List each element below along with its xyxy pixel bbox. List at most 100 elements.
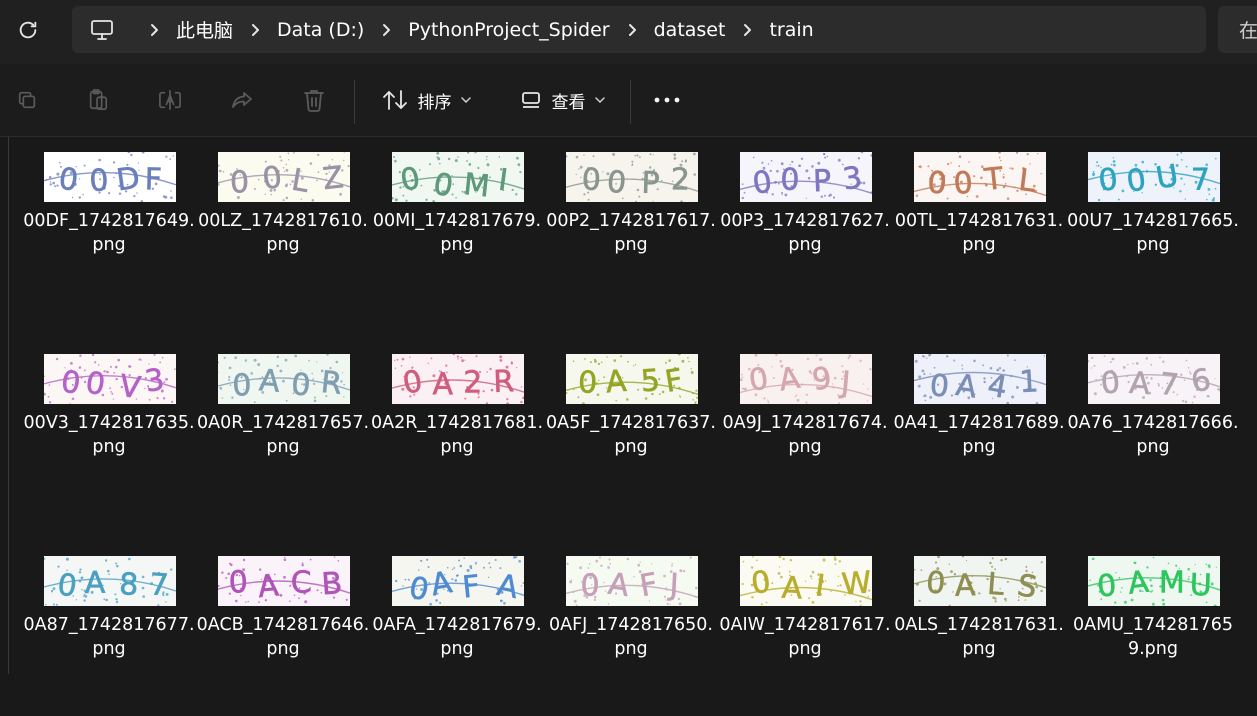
file-thumbnail: 0A76	[1088, 354, 1220, 404]
file-name: 0A0R_1742817657.png	[196, 413, 370, 457]
file-item[interactable]: 0 0 L Z 00LZ_1742817610.png	[196, 137, 370, 312]
file-thumbnail: 0AMU	[1088, 556, 1220, 606]
svg-text:M: M	[1159, 565, 1185, 600]
file-item[interactable]: 0 A 0 R 0A0R_1742817657.png	[196, 339, 370, 514]
search-input[interactable]: 在 train 中搜索	[1218, 6, 1257, 53]
svg-text:W: W	[840, 565, 872, 602]
captcha-image: 0A5F	[566, 354, 698, 404]
chevron-right-icon[interactable]	[243, 23, 267, 37]
file-item[interactable]: 0 0 V 3 00V3_1742817635.png	[22, 339, 196, 514]
chevron-down-icon	[594, 97, 605, 103]
file-item[interactable]: 0 A 2 R 0A2R_1742817681.png	[370, 339, 544, 514]
captcha-image: 0AIW	[740, 556, 872, 606]
svg-text:0: 0	[232, 368, 252, 403]
captcha-image: 0A9J	[740, 354, 872, 404]
file-name: 00U7_1742817665.png	[1067, 211, 1239, 255]
file-item[interactable]: 0 A L S 0ALS_1742817631.png	[892, 541, 1066, 716]
file-item[interactable]: 0 A 8 7 0A87_1742817677.png	[22, 541, 196, 716]
captcha-image: 00MI	[392, 152, 524, 202]
svg-text:Z: Z	[321, 160, 345, 197]
svg-text:R: R	[493, 364, 515, 400]
breadcrumb-item-project[interactable]: PythonProject_Spider	[408, 6, 609, 53]
chevron-right-icon[interactable]	[735, 23, 759, 37]
file-name: 00LZ_1742817610.png	[198, 211, 368, 255]
svg-text:U: U	[1189, 568, 1212, 604]
file-name: 00DF_1742817649.png	[23, 211, 195, 255]
file-thumbnail: 0A41	[914, 354, 1046, 404]
file-item[interactable]: 0 A 7 6 0A76_1742817666.png	[1066, 339, 1240, 514]
view-icon	[521, 92, 540, 108]
file-item[interactable]: 0 A I W 0AIW_1742817617.png	[718, 541, 892, 716]
svg-text:A: A	[258, 363, 282, 400]
captcha-image: 00LZ	[218, 152, 350, 202]
file-name: 00P2_1742817617.png	[546, 211, 716, 255]
svg-text:0: 0	[925, 565, 947, 601]
file-thumbnail: 0A0R	[218, 354, 350, 404]
computer-icon[interactable]	[72, 19, 132, 41]
file-item[interactable]: 0 A 4 1 0A41_1742817689.png	[892, 339, 1066, 514]
file-item[interactable]: 0 A F A 0AFA_1742817679.png	[370, 541, 544, 716]
toolbar-separator	[354, 80, 355, 124]
file-item[interactable]: 0 A C B 0ACB_1742817646.png	[196, 541, 370, 716]
file-grid: 0 0 D F 00DF_1742817649.png 0 0 L Z 00LZ_17428176…	[0, 137, 1257, 674]
sort-icon	[382, 90, 407, 110]
svg-text:8: 8	[119, 567, 139, 603]
captcha-image: 0A0R	[218, 354, 350, 404]
breadcrumb[interactable]: 此电脑 Data (D:) PythonProject_Spider datas…	[72, 6, 1206, 53]
chevron-right-icon[interactable]	[142, 23, 166, 37]
file-item[interactable]: 0 A 5 F 0A5F_1742817637.png	[544, 339, 718, 514]
file-thumbnail: 0A9J	[740, 354, 872, 404]
file-item[interactable]: 0 0 U 7 00U7_1742817665.png	[1066, 137, 1240, 312]
captcha-image: 0A2R	[392, 354, 524, 404]
svg-text:0: 0	[1100, 365, 1122, 401]
file-name: 00TL_1742817631.png	[894, 211, 1064, 255]
file-item[interactable]: 0 0 P 3 00P3_1742817627.png	[718, 137, 892, 312]
breadcrumb-item-data-drive[interactable]: Data (D:)	[277, 6, 364, 53]
svg-text:A: A	[1126, 565, 1151, 602]
file-thumbnail: 0ALS	[914, 556, 1046, 606]
file-name: 0ACB_1742817646.png	[196, 615, 370, 659]
file-thumbnail: 00MI	[392, 152, 524, 202]
file-item[interactable]: 0 A M U 0AMU_1742817659.png	[1066, 541, 1240, 716]
captcha-image: 0A41	[914, 354, 1046, 404]
file-name: 0AFA_1742817679.png	[372, 615, 542, 659]
view-button[interactable]: 查看	[504, 78, 620, 122]
file-item[interactable]: 0 A 9 J 0A9J_1742817674.png	[718, 339, 892, 514]
file-thumbnail: 00U7	[1088, 152, 1220, 202]
file-item[interactable]: 0 0 D F 00DF_1742817649.png	[22, 137, 196, 312]
sort-button[interactable]: 排序	[368, 78, 484, 122]
chevron-right-icon[interactable]	[620, 23, 644, 37]
file-name: 0A76_1742817666.png	[1067, 413, 1239, 457]
paste-button[interactable]	[77, 78, 119, 122]
file-item[interactable]: 0 A F J 0AFJ_1742817650.png	[544, 541, 718, 716]
breadcrumb-item-this-pc[interactable]: 此电脑	[176, 6, 233, 53]
file-item[interactable]: 0 0 M I 00MI_1742817679.png	[370, 137, 544, 312]
chevron-right-icon[interactable]	[374, 23, 398, 37]
svg-text:A: A	[432, 367, 453, 402]
delete-button[interactable]	[293, 78, 335, 122]
svg-text:2: 2	[463, 366, 482, 401]
file-thumbnail: 00LZ	[218, 152, 350, 202]
file-name: 00MI_1742817679.png	[372, 211, 542, 255]
file-name: 0A2R_1742817681.png	[370, 413, 544, 457]
breadcrumb-item-dataset[interactable]: dataset	[654, 6, 726, 53]
share-button[interactable]	[221, 78, 263, 122]
file-item[interactable]: 0 0 T L 00TL_1742817631.png	[892, 137, 1066, 312]
svg-text:B: B	[320, 566, 343, 602]
file-thumbnail: 00TL	[914, 152, 1046, 202]
more-options-button[interactable]	[646, 78, 688, 122]
more-icon	[654, 97, 680, 103]
svg-text:0: 0	[953, 166, 974, 202]
captcha-image: 00U7	[1088, 152, 1220, 202]
svg-text:R: R	[319, 365, 343, 402]
svg-text:2: 2	[671, 162, 690, 197]
breadcrumb-item-train[interactable]: train	[769, 6, 813, 53]
toolbar-separator	[630, 80, 631, 124]
share-icon	[232, 92, 252, 108]
svg-text:0: 0	[780, 163, 800, 198]
copy-button[interactable]	[6, 78, 48, 122]
svg-text:0: 0	[578, 365, 598, 401]
rename-button[interactable]	[149, 78, 191, 122]
file-item[interactable]: 0 0 P 2 00P2_1742817617.png	[544, 137, 718, 312]
refresh-button[interactable]	[10, 12, 46, 48]
